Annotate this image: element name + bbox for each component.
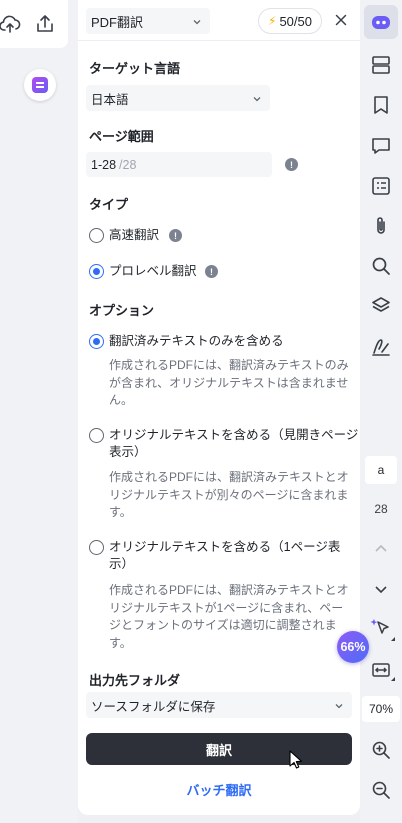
target-language-value: 日本語 (91, 92, 129, 107)
info-icon[interactable]: ! (205, 265, 218, 278)
bookmark-icon[interactable] (368, 92, 394, 118)
page-range-value: 1-28 (91, 157, 117, 172)
batch-translate-button[interactable]: バッチ翻訳 (86, 779, 352, 799)
target-language-title: ターゲット言語 (89, 61, 181, 76)
option-translated-only[interactable]: 翻訳済みテキストのみを含める (89, 333, 359, 350)
ai-progress-badge[interactable]: 66% (337, 631, 369, 663)
form-icon[interactable] (368, 173, 394, 199)
options-title: オプション (89, 303, 155, 318)
page-range-input[interactable]: 1-28 /28 (86, 152, 272, 177)
translate-panel: PDF翻訳 ⚡ 50/50 ターゲット言語 日本語 ページ範囲 1-28 /28… (78, 0, 360, 815)
radio-button[interactable] (89, 428, 104, 443)
option-label: オリジナルテキストを含める（1ページ表示） (109, 540, 341, 571)
output-folder-select[interactable]: ソースフォルダに保存 (86, 692, 352, 718)
target-language-select[interactable]: 日本語 (86, 85, 270, 111)
panel-header: PDF翻訳 ⚡ 50/50 (78, 0, 360, 41)
ai-assistant-icon[interactable] (368, 9, 394, 35)
option-description: 作成されるPDFには、翻訳済みテキストとオリジナルテキストが別々のページに含まれ… (109, 470, 349, 519)
share-icon[interactable] (33, 12, 57, 36)
option-description: 作成されるPDFには、翻訳済みテキストとオリジナルテキストが1ページに含まれ、ペ… (109, 583, 349, 650)
chevron-up-icon[interactable] (368, 536, 394, 562)
info-icon[interactable]: ! (169, 229, 182, 242)
option-description: 作成されるPDFには、翻訳済みテキストのみが含まれ、オリジナルテキストは含まれま… (109, 358, 349, 407)
type-option-label: プロレベル翻訳 (109, 264, 197, 278)
zoom-in-icon[interactable] (368, 737, 394, 763)
option-label: 翻訳済みテキストのみを含める (109, 334, 284, 348)
radio-button-checked[interactable] (89, 264, 104, 279)
chevron-down-icon[interactable] (368, 576, 394, 602)
option-include-original-single[interactable]: オリジナルテキストを含める（1ページ表示） (89, 539, 359, 573)
right-toolbar: a 28 70% (360, 0, 402, 823)
chevron-down-icon (252, 93, 262, 107)
page-range-total: /28 (119, 157, 137, 172)
zoom-level[interactable]: 70% (362, 696, 400, 722)
note-app-icon[interactable] (24, 69, 56, 101)
lightning-icon: ⚡ (268, 14, 277, 28)
type-option-pro[interactable]: プロレベル翻訳 (89, 263, 197, 280)
comment-icon[interactable] (368, 133, 394, 159)
radio-button-checked[interactable] (89, 334, 104, 349)
left-strip (0, 0, 78, 823)
page-number-input[interactable]: a (365, 456, 397, 484)
submenu-indicator-icon (391, 637, 395, 641)
type-option-label: 高速翻訳 (109, 228, 160, 242)
radio-button[interactable] (89, 228, 104, 243)
quota-value: 50/50 (279, 13, 312, 29)
search-icon[interactable] (368, 253, 394, 279)
left-toolbar (0, 0, 68, 48)
output-folder-title: 出力先フォルダ (89, 673, 181, 688)
radio-button[interactable] (89, 540, 104, 555)
option-label: オリジナルテキストを含める（見開きページ表示） (109, 428, 359, 459)
option-include-original-spread[interactable]: オリジナルテキストを含める（見開きページ表示） (89, 427, 359, 461)
chevron-down-icon (192, 15, 202, 30)
chevron-down-icon (334, 700, 344, 714)
mode-select[interactable]: PDF翻訳 (86, 8, 210, 34)
type-title: タイプ (89, 197, 129, 212)
cloud-upload-icon[interactable] (0, 12, 22, 36)
translate-button[interactable]: 翻訳 (86, 733, 352, 765)
close-icon[interactable] (332, 11, 350, 29)
layers-icon[interactable] (368, 293, 394, 319)
page-total: 28 (374, 502, 388, 516)
page-range-title: ページ範囲 (89, 129, 154, 144)
quota-badge: ⚡ 50/50 (258, 8, 322, 34)
attachment-icon[interactable] (368, 213, 394, 239)
info-icon[interactable]: ! (285, 158, 298, 171)
zoom-out-icon[interactable] (368, 777, 394, 803)
output-folder-value: ソースフォルダに保存 (91, 699, 216, 714)
mouse-cursor-icon (289, 750, 303, 769)
thumbnails-icon[interactable] (368, 52, 394, 78)
mode-select-value: PDF翻訳 (91, 14, 144, 30)
signature-icon[interactable] (368, 333, 394, 359)
type-option-fast[interactable]: 高速翻訳 (89, 227, 159, 244)
submenu-indicator-icon (391, 677, 395, 681)
